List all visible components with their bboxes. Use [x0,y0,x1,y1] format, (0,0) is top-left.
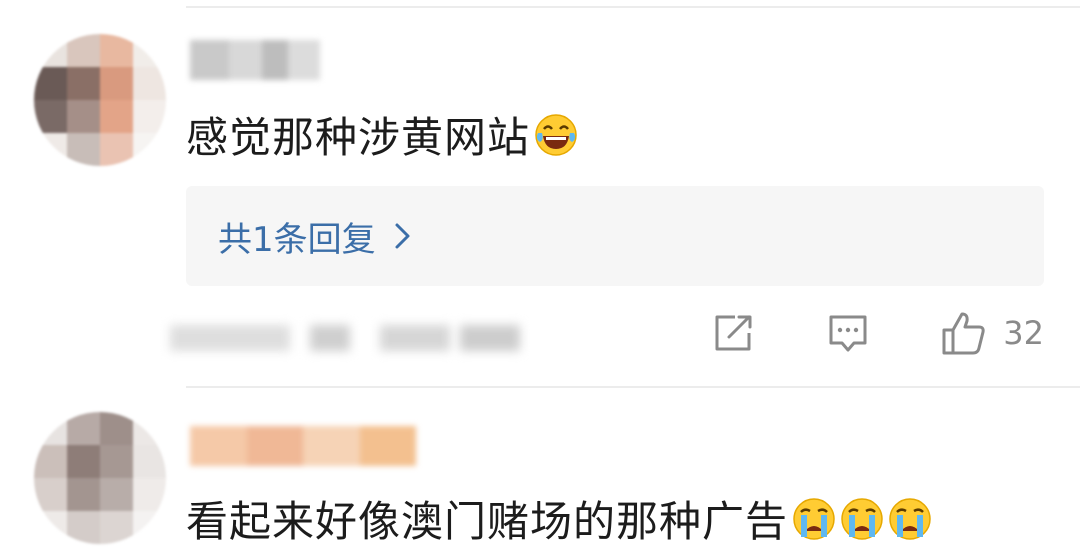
share-icon [715,315,752,351]
comment-text: 感觉那种涉黄网站 [186,104,578,165]
top-divider [186,6,1080,8]
reply-box: 共1条回复 [186,186,1044,286]
comment-text: 看起来好像澳门赌场的那种广告 [186,488,932,549]
username-redacted[interactable] [190,40,320,80]
thumbs-up-icon [942,312,985,355]
chevron-right-icon [395,223,410,249]
crying-emoji [792,497,836,541]
avatar[interactable] [34,34,166,166]
share-button[interactable] [713,313,755,353]
laughing-crying-emoji [534,113,578,157]
comment-actions: 32 [713,310,1044,356]
comment-body: 感觉那种涉黄网站 [186,113,531,162]
username-redacted[interactable] [190,426,416,466]
comment-divider [186,386,1080,388]
comment-icon [829,315,867,352]
like-button[interactable]: 32 [941,310,1044,356]
view-replies-label: 共1条回复 [218,219,376,260]
like-count: 32 [1003,314,1044,352]
crying-emoji [888,497,932,541]
comment-button[interactable] [827,313,869,353]
timestamp-redacted [170,312,550,364]
avatar[interactable] [34,412,166,544]
comment-body: 看起来好像澳门赌场的那种广告 [186,497,789,546]
crying-emoji [840,497,884,541]
view-replies-link[interactable]: 共1条回复 [218,212,412,261]
